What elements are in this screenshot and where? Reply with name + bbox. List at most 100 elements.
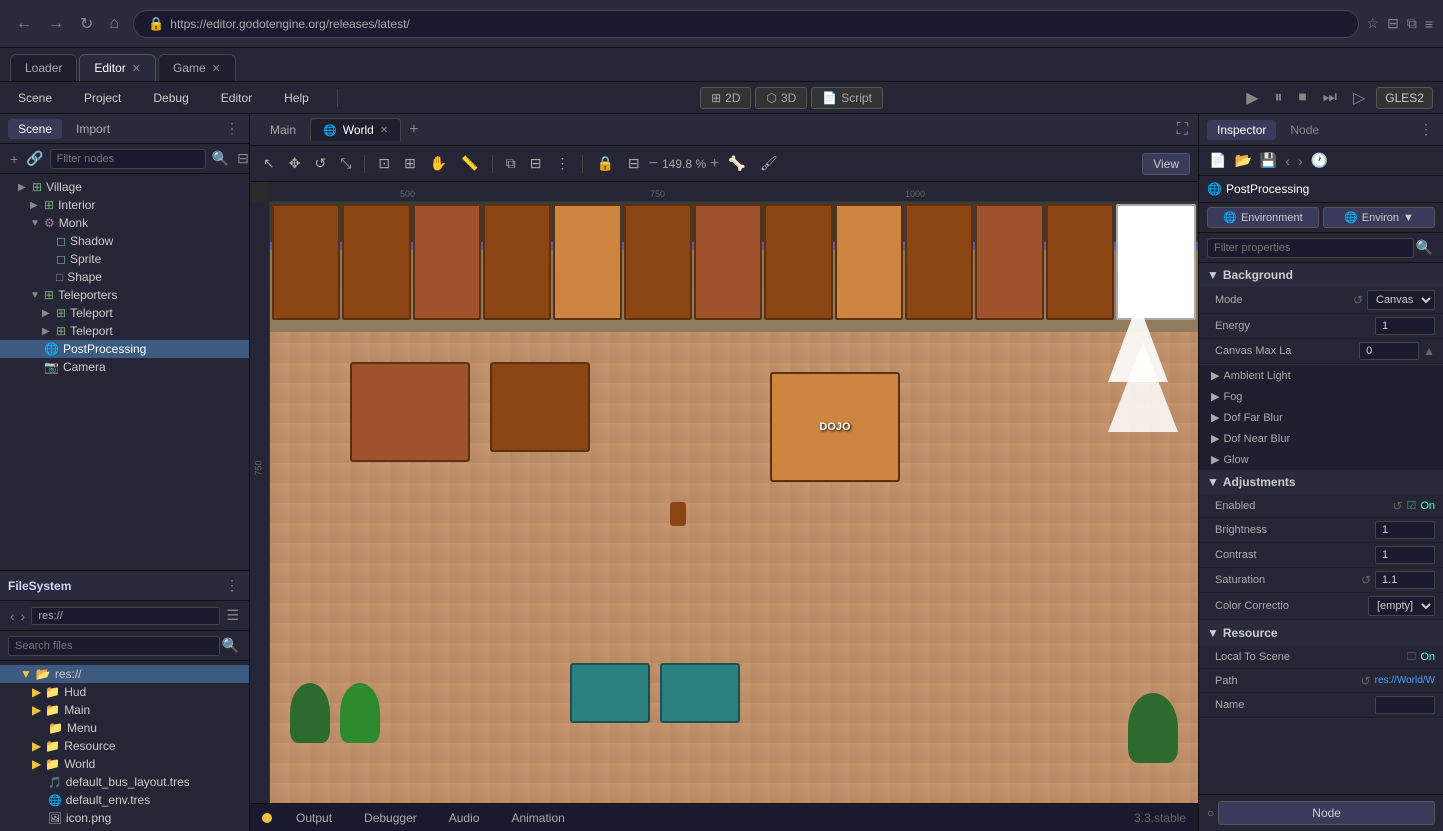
forward-button[interactable]: → (42, 11, 70, 37)
back-button[interactable]: ← (10, 11, 38, 37)
move-tool-button[interactable]: ✥ (284, 152, 306, 175)
scene-tab[interactable]: Scene (8, 119, 62, 139)
menu-editor[interactable]: Editor (213, 87, 260, 109)
brightness-input[interactable] (1375, 521, 1435, 539)
fullscreen-button[interactable]: ⛶ (1175, 119, 1190, 141)
tab-close-game[interactable]: ✕ (212, 62, 221, 75)
fs-back-button[interactable]: ‹ (8, 606, 17, 626)
fs-item-world[interactable]: ▶ 📁 World (0, 755, 249, 773)
fs-item-default-bus[interactable]: 🎵 default_bus_layout.tres (0, 773, 249, 791)
editor-tab-close-world[interactable]: ✕ (380, 125, 388, 136)
canvas-max-input[interactable] (1359, 342, 1419, 360)
scale-tool-button[interactable]: ⤡ (335, 152, 356, 175)
view-3d-button[interactable]: ⬡ 3D (755, 87, 807, 109)
inspect-icon1[interactable]: 📄 (1207, 150, 1228, 171)
browser-tab-loader[interactable]: Loader (10, 54, 77, 81)
search-nodes-button[interactable]: 🔍 (210, 148, 231, 169)
menu-scene[interactable]: Scene (10, 87, 60, 109)
fs-item-icon[interactable]: 🖼 icon.png (0, 809, 249, 827)
view-menu-button[interactable]: View (1142, 153, 1190, 175)
fs-forward-button[interactable]: › (19, 606, 28, 626)
dof-far-header[interactable]: ▶ Dof Far Blur (1199, 407, 1443, 428)
editor-tab-main[interactable]: Main (258, 119, 308, 141)
tab-close-editor[interactable]: ✕ (132, 62, 141, 75)
tree-node-shadow[interactable]: ▶ ◻ Shadow 👁 (0, 232, 249, 250)
saturation-input[interactable] (1375, 571, 1435, 589)
group-button[interactable]: ⊞ (399, 152, 421, 175)
tree-node-camera[interactable]: ▶ 📷 Camera ⊟ ⊟ 👁 (0, 358, 249, 376)
grid-button[interactable]: ⊟ (525, 152, 547, 175)
link-node-button[interactable]: 🔗 (24, 148, 45, 169)
tree-node-teleporters[interactable]: ▼ ⊞ Teleporters 👁 (0, 286, 249, 304)
snap-button[interactable]: ⧉ (501, 152, 521, 175)
import-tab[interactable]: Import (66, 119, 120, 139)
group2-button[interactable]: ⊟ (623, 152, 645, 175)
zoom-out-button[interactable]: − (649, 155, 658, 173)
filter-properties-input[interactable] (1207, 238, 1414, 258)
paint-button[interactable]: 🖌 (755, 152, 783, 175)
rotate-tool-button[interactable]: ↺ (309, 152, 331, 175)
inspect-icon-back[interactable]: ‹ (1283, 150, 1292, 171)
output-tab[interactable]: Output (288, 809, 340, 827)
ruler-button[interactable]: 📏 (456, 152, 483, 175)
tree-node-monk[interactable]: ▼ ⚙ Monk 👁 (0, 214, 249, 232)
fs-item-hud[interactable]: ▶ 📁 Hud (0, 683, 249, 701)
gles-button[interactable]: GLES2 (1376, 87, 1433, 109)
add-node-button[interactable]: + (8, 149, 20, 169)
browser-tab-editor[interactable]: Editor ✕ (79, 54, 156, 81)
editor-tab-world[interactable]: 🌐 World ✕ (310, 118, 401, 141)
canvas-viewport[interactable]: DOJO (270, 202, 1198, 803)
scene-play-button[interactable]: ▷ (1348, 85, 1370, 111)
select-tool-button[interactable]: ↖ (258, 152, 280, 175)
debugger-tab[interactable]: Debugger (356, 809, 425, 827)
stop-button[interactable]: ⏹ (1294, 86, 1312, 110)
inspect-icon-history[interactable]: 🕐 (1309, 150, 1330, 171)
tree-node-village[interactable]: ▶ ⊞ Village ⊟ 👁 (0, 178, 249, 196)
inspect-icon2[interactable]: 📂 (1232, 150, 1253, 171)
adjustments-section-header[interactable]: ▼ Adjustments (1199, 470, 1443, 494)
fs-item-menu[interactable]: 📁 Menu (0, 719, 249, 737)
fog-header[interactable]: ▶ Fog (1199, 386, 1443, 407)
enabled-reset-button[interactable]: ↺ (1392, 499, 1402, 513)
view-2d-button[interactable]: ⊞ 2D (700, 87, 751, 109)
tree-node-teleport2[interactable]: ▶ ⊞ Teleport ⊟ ⊟ 👁 (0, 322, 249, 340)
environment-button[interactable]: 🌐 Environment (1207, 207, 1319, 228)
resource-section-header[interactable]: ▼ Resource (1199, 621, 1443, 645)
fs-layout-button[interactable]: ☰ (224, 605, 241, 626)
background-section-header[interactable]: ▼ Background (1199, 263, 1443, 287)
fs-item-resource[interactable]: ▶ 📁 Resource (0, 737, 249, 755)
inspector-tab[interactable]: Inspector (1207, 120, 1276, 140)
audio-tab[interactable]: Audio (441, 809, 488, 827)
node-options-button[interactable]: ⊟ (235, 148, 251, 169)
refresh-button[interactable]: ↻ (74, 10, 99, 38)
select-all-button[interactable]: ⊡ (373, 152, 395, 175)
more-tool-button[interactable]: ⋮ (550, 152, 574, 175)
node-bottom-button[interactable]: Node (1218, 801, 1435, 825)
inspector-more-button[interactable]: ⋮ (1417, 119, 1435, 140)
script-button[interactable]: 📄 Script (811, 87, 883, 109)
search-files-input[interactable] (8, 636, 220, 656)
name-input[interactable] (1375, 696, 1435, 714)
node-tab[interactable]: Node (1280, 120, 1329, 140)
fs-item-default-env[interactable]: 🌐 default_env.tres (0, 791, 249, 809)
mode-reset-button[interactable]: ↺ (1353, 293, 1363, 307)
tree-node-teleport1[interactable]: ▶ ⊞ Teleport ⊟ ⊟ 👁 (0, 304, 249, 322)
tree-node-sprite[interactable]: ▶ ◻ Sprite 👁 (0, 250, 249, 268)
inspect-icon-forward[interactable]: › (1296, 150, 1305, 171)
animation-tab[interactable]: Animation (503, 809, 572, 827)
sidebar-icon[interactable]: ⊟ (1387, 15, 1399, 32)
filesystem-options-button[interactable]: ⋮ (223, 575, 241, 596)
local-to-scene-toggle[interactable]: ☐ On (1406, 650, 1435, 663)
menu-icon[interactable]: ≡ (1425, 16, 1433, 32)
step-button[interactable]: ⏭ (1318, 86, 1342, 110)
browser-tab-game[interactable]: Game ✕ (158, 54, 236, 81)
home-button[interactable]: ⌂ (103, 11, 125, 37)
bone-tool-button[interactable]: 🦴 (723, 152, 750, 175)
path-reset-button[interactable]: ↺ (1361, 674, 1371, 688)
dof-near-header[interactable]: ▶ Dof Near Blur (1199, 428, 1443, 449)
environ-button[interactable]: 🌐 Environ ▼ (1323, 207, 1435, 228)
play-button[interactable]: ▶ (1241, 85, 1263, 111)
fs-item-main[interactable]: ▶ 📁 Main (0, 701, 249, 719)
tree-node-postprocessing[interactable]: ▶ 🌐 PostProcessing (0, 340, 249, 358)
bookmark-icon[interactable]: ☆ (1367, 15, 1380, 32)
